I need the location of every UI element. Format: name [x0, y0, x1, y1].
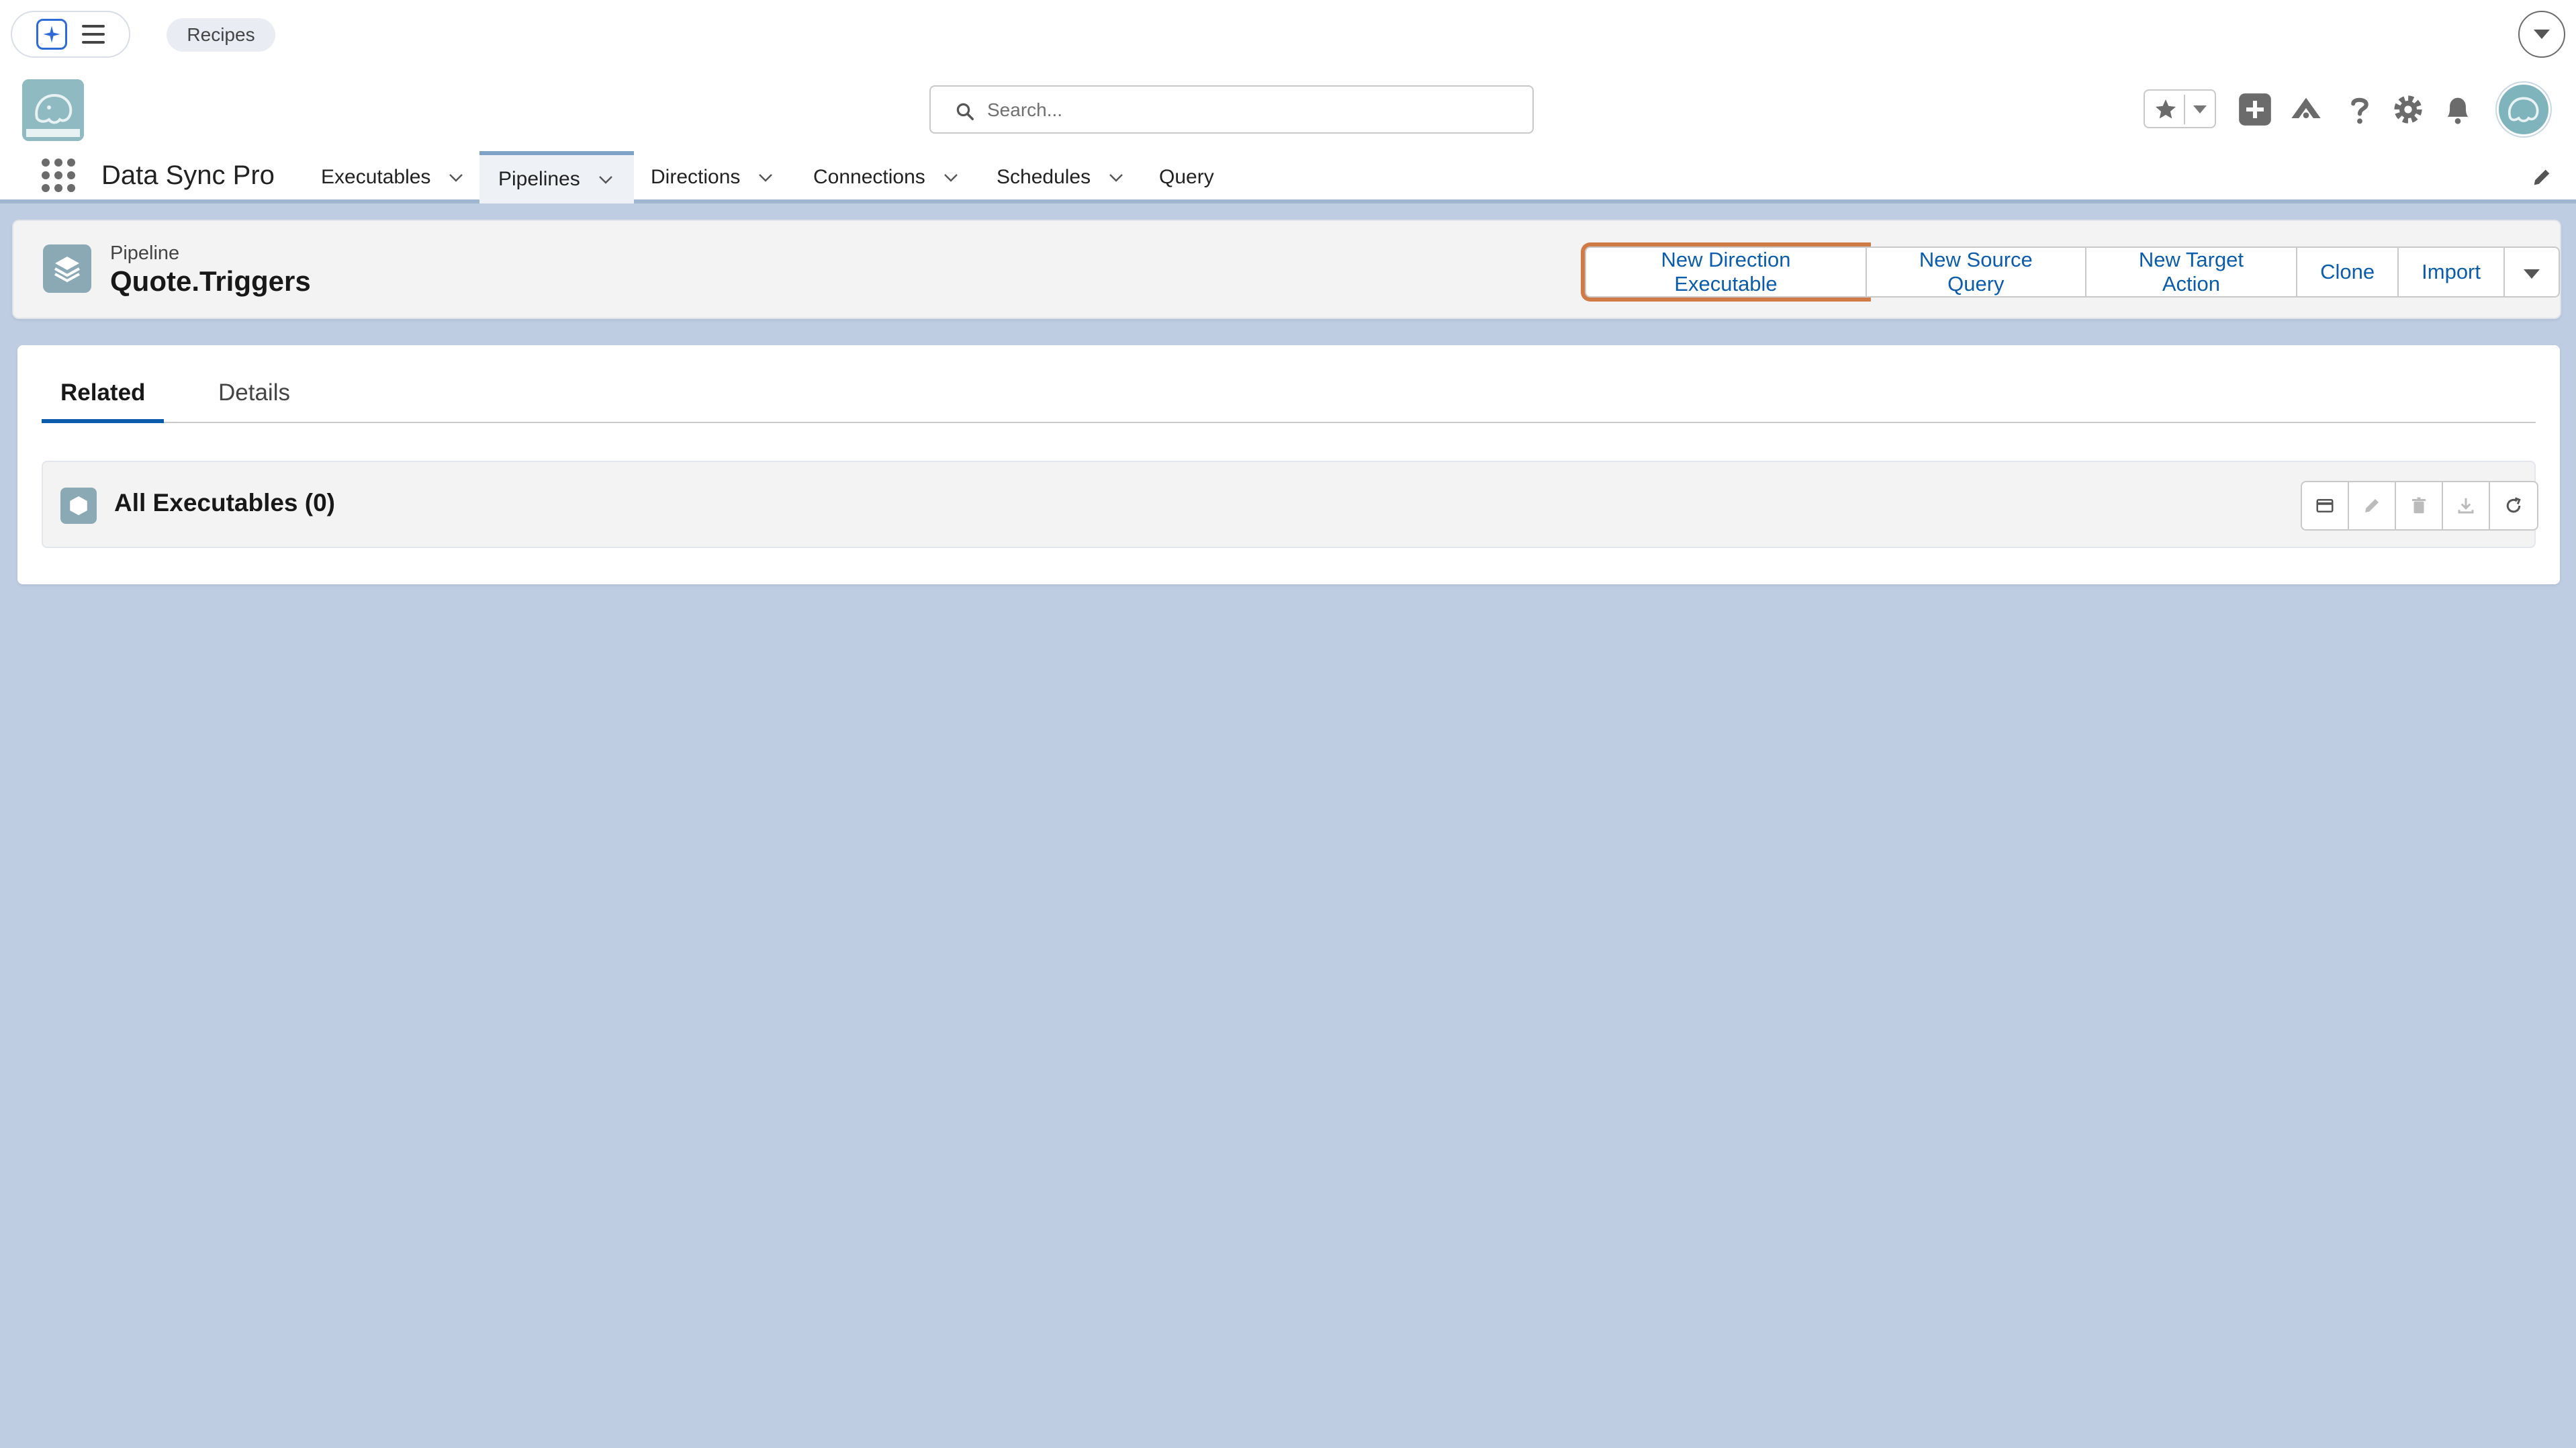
- favorites-button-group[interactable]: [2144, 89, 2216, 128]
- pipeline-record-icon: [43, 244, 91, 293]
- help-icon[interactable]: [2342, 92, 2377, 127]
- nav-item-connections[interactable]: Connections: [813, 151, 959, 203]
- nav-item-label: Query: [1159, 166, 1214, 188]
- related-list-title[interactable]: All Executables (0): [114, 489, 335, 517]
- refresh-action[interactable]: [2490, 482, 2537, 529]
- favorites-dropdown-icon[interactable]: [2193, 105, 2207, 114]
- menu-icon[interactable]: [82, 25, 105, 44]
- record-actions: New Direction Executable New Source Quer…: [1585, 246, 2560, 298]
- refresh-icon: [2506, 497, 2521, 513]
- record-detail-card: Related Details All Executables (0): [17, 345, 2560, 584]
- import-button[interactable]: Import: [2399, 246, 2505, 298]
- nav-item-label: Schedules: [997, 166, 1091, 188]
- tab-details[interactable]: Details: [199, 372, 309, 423]
- more-actions-button[interactable]: [2505, 246, 2560, 298]
- card-view-icon: [2316, 499, 2334, 512]
- chevron-down-icon[interactable]: [598, 171, 614, 187]
- chevron-down-icon[interactable]: [943, 169, 959, 185]
- nav-item-executables[interactable]: Executables: [321, 151, 464, 203]
- record-type-label: Pipeline: [110, 242, 180, 264]
- new-direction-executable-button[interactable]: New Direction Executable: [1585, 246, 1867, 298]
- org-logo[interactable]: [22, 79, 84, 141]
- chevron-down-icon[interactable]: [448, 169, 464, 185]
- nav-item-query[interactable]: Query: [1159, 151, 1214, 203]
- record-title: Quote.Triggers: [110, 265, 311, 297]
- app-name: Data Sync Pro: [101, 161, 275, 190]
- agent-launcher[interactable]: [11, 11, 130, 58]
- view-action[interactable]: [2302, 482, 2349, 529]
- edit-action[interactable]: [2349, 482, 2396, 529]
- agent-sparkle-icon[interactable]: [36, 19, 67, 50]
- tab-related[interactable]: Related: [42, 372, 165, 423]
- chevron-down-icon[interactable]: [1108, 169, 1124, 185]
- tab-bar: Related Details: [42, 372, 2536, 423]
- user-avatar[interactable]: [2497, 83, 2550, 136]
- pencil-icon: [2365, 499, 2379, 512]
- new-target-action-button[interactable]: New Target Action: [2086, 246, 2298, 298]
- executable-icon: [60, 488, 97, 524]
- related-list-all-executables: All Executables (0): [42, 461, 2538, 548]
- chevron-down-icon[interactable]: [757, 169, 774, 185]
- nav-item-label: Executables: [321, 166, 431, 188]
- nav-item-label: Directions: [651, 166, 741, 188]
- nav-item-pipelines[interactable]: Pipelines: [479, 151, 634, 203]
- nav-item-directions[interactable]: Directions: [651, 151, 774, 203]
- global-actions-add-icon[interactable]: [2238, 92, 2272, 127]
- trailhead-icon[interactable]: [2289, 92, 2324, 127]
- clone-button[interactable]: Clone: [2297, 246, 2399, 298]
- chevron-down-icon: [2524, 269, 2540, 279]
- utility-dropdown-button[interactable]: [2518, 11, 2565, 58]
- delete-action[interactable]: [2396, 482, 2443, 529]
- app-navigation-bar: Data Sync Pro Executables Pipelines Dire…: [0, 151, 2576, 203]
- app-launcher-icon[interactable]: [42, 159, 75, 192]
- record-highlights-panel: Pipeline Quote.Triggers New Direction Ex…: [12, 220, 2561, 319]
- search-icon: [956, 103, 974, 120]
- star-icon[interactable]: [2153, 97, 2178, 122]
- nav-item-label: Connections: [813, 166, 925, 188]
- bell-icon[interactable]: [2440, 92, 2475, 127]
- recipes-button[interactable]: Recipes: [167, 18, 275, 52]
- global-header: [0, 69, 2576, 151]
- new-source-query-button[interactable]: New Source Query: [1866, 246, 2086, 298]
- pencil-icon[interactable]: [2530, 166, 2553, 189]
- search-input[interactable]: [987, 95, 1511, 126]
- download-icon: [2458, 498, 2474, 514]
- nav-item-label: Pipelines: [498, 168, 580, 190]
- gear-icon[interactable]: [2391, 92, 2426, 127]
- trash-icon: [2412, 497, 2426, 514]
- download-action[interactable]: [2443, 482, 2490, 529]
- utility-bar: Recipes: [0, 0, 2576, 69]
- global-search[interactable]: [929, 85, 1534, 134]
- nav-item-schedules[interactable]: Schedules: [997, 151, 1124, 203]
- chevron-down-icon: [2534, 30, 2550, 39]
- related-list-actions: [2301, 481, 2538, 531]
